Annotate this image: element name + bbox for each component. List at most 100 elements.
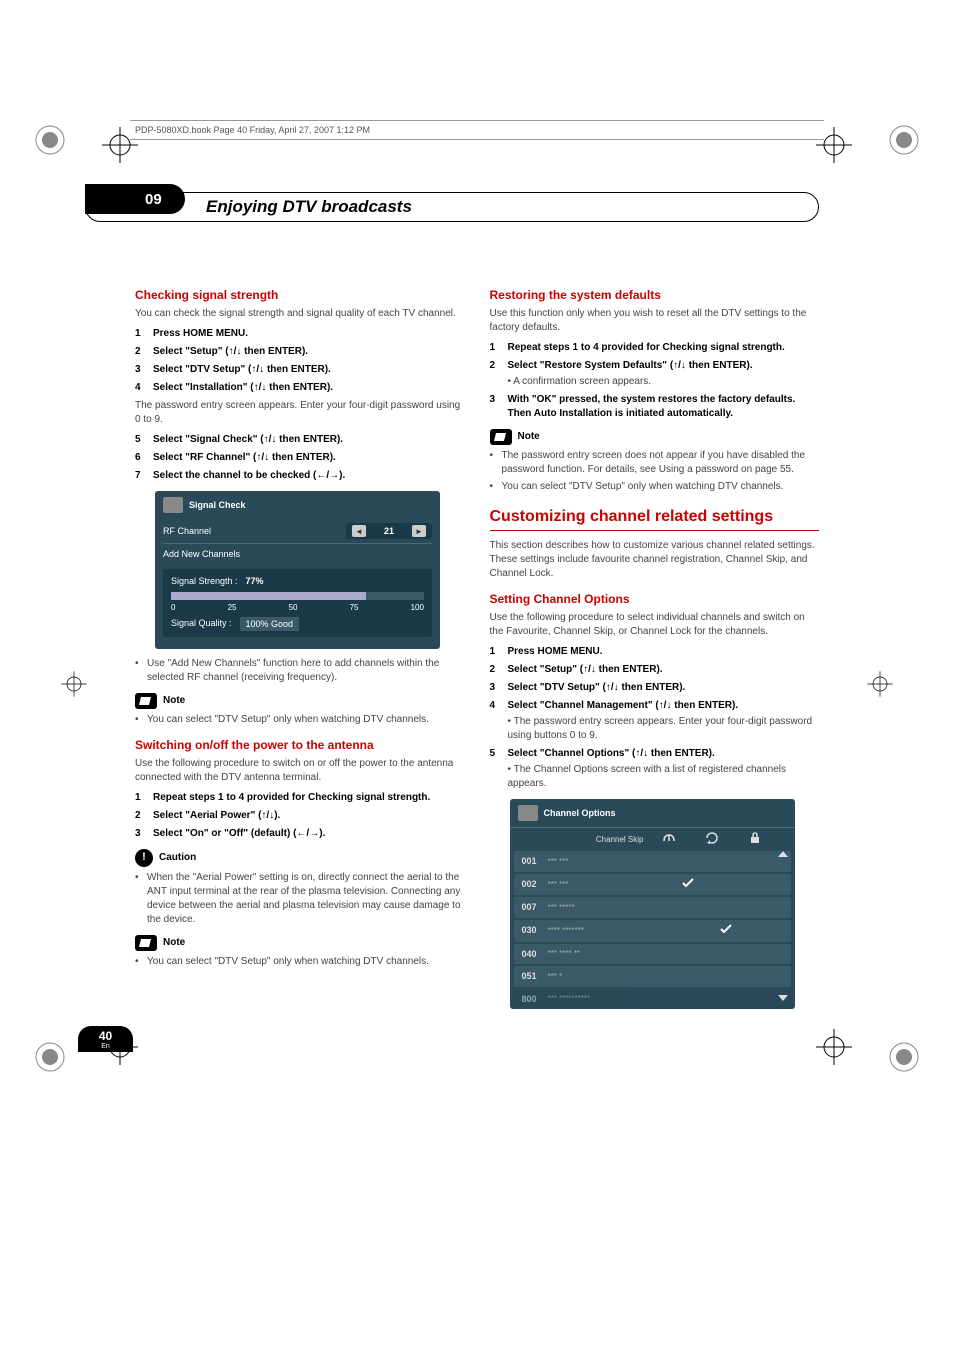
channel-options-header-row: Channel Skip bbox=[510, 828, 795, 851]
channel-options-panel: Channel Options Channel Skip 001*** *** bbox=[510, 799, 795, 1009]
channel-number: 051 bbox=[522, 970, 548, 983]
skip-icon bbox=[691, 832, 734, 847]
channel-name: *** *** bbox=[548, 856, 669, 867]
channel-number: 040 bbox=[522, 948, 548, 961]
signal-strength-bar bbox=[171, 592, 424, 600]
heading-setting-options: Setting Channel Options bbox=[490, 591, 820, 608]
panel-icon bbox=[163, 497, 183, 513]
signal-strength-label: Signal Strength : bbox=[171, 575, 238, 588]
heading-checking-signal: Checking signal strength bbox=[135, 287, 465, 304]
channel-row[interactable]: 030**** ******* bbox=[514, 920, 791, 942]
scroll-up-arrow[interactable] bbox=[778, 851, 788, 857]
crosshair-icon bbox=[866, 670, 894, 698]
signal-check-panel: Signal Check RF Channel ◄ 21 ► Add New C… bbox=[155, 491, 440, 650]
rf-channel-value: 21 bbox=[384, 525, 394, 538]
right-column: Restoring the system defaults Use this f… bbox=[490, 277, 820, 1017]
channel-name: *** *** bbox=[548, 879, 669, 890]
step-item: 4Select "Channel Management" (↑/↓ then E… bbox=[490, 699, 820, 713]
step-item: 2Select "Aerial Power" (↑/↓). bbox=[135, 809, 465, 823]
step-item: 1Repeat steps 1 to 4 provided for Checki… bbox=[490, 341, 820, 355]
heading-customizing: Customizing channel related settings bbox=[490, 506, 820, 528]
note-icon bbox=[135, 693, 157, 709]
step-item: 6Select "RF Channel" (↑/↓ then ENTER). bbox=[135, 451, 465, 465]
add-new-channels-item[interactable]: Add New Channels bbox=[163, 548, 240, 561]
panel-title: Channel Options bbox=[544, 807, 616, 820]
page-number-badge: 40 En bbox=[78, 1026, 133, 1052]
document-header: PDP-5080XD.book Page 40 Friday, April 27… bbox=[130, 120, 824, 140]
heading-antenna: Switching on/off the power to the antenn… bbox=[135, 737, 465, 754]
paragraph: The password entry screen appears. Enter… bbox=[135, 399, 465, 427]
note-icon bbox=[135, 935, 157, 951]
channel-name: *** **** ** bbox=[548, 948, 669, 959]
print-mark-icon bbox=[884, 1037, 924, 1077]
step-item: 7Select the channel to be checked (←/→). bbox=[135, 469, 465, 483]
paragraph: Use this function only when you wish to … bbox=[490, 307, 820, 335]
crosshair-icon bbox=[814, 1027, 854, 1067]
rf-channel-spinner[interactable]: ◄ 21 ► bbox=[346, 523, 432, 540]
sub-bullet: • The Channel Options screen with a list… bbox=[490, 763, 820, 791]
channel-name: *** ********** bbox=[548, 993, 669, 1004]
caution-callout: ! Caution bbox=[135, 849, 465, 867]
note-callout: Note bbox=[135, 693, 465, 709]
channel-row[interactable]: 001*** *** bbox=[514, 851, 791, 872]
sub-bullet: • A confirmation screen appears. bbox=[490, 375, 820, 389]
signal-strength-value: 77% bbox=[246, 575, 264, 588]
panel-title: Signal Check bbox=[189, 499, 246, 512]
lock-icon bbox=[734, 832, 777, 847]
channel-name: *** * bbox=[548, 971, 669, 982]
bullet-item: •You can select "DTV Setup" only when wa… bbox=[490, 480, 820, 494]
channel-number: 030 bbox=[522, 924, 548, 937]
channel-row[interactable]: 007*** ***** bbox=[514, 897, 791, 918]
chapter-title: Enjoying DTV broadcasts bbox=[206, 197, 412, 217]
channel-row[interactable]: 800*** ********** bbox=[514, 989, 791, 1010]
channel-row[interactable]: 002*** *** bbox=[514, 874, 791, 896]
spinner-right-button[interactable]: ► bbox=[412, 525, 426, 537]
paragraph: This section describes how to customize … bbox=[490, 539, 820, 581]
step-item: 1Press HOME MENU. bbox=[490, 645, 820, 659]
heading-restore: Restoring the system defaults bbox=[490, 287, 820, 304]
skip-cell[interactable] bbox=[707, 924, 745, 938]
paragraph: Use the following procedure to select in… bbox=[490, 611, 820, 639]
bullet-item: •You can select "DTV Setup" only when wa… bbox=[135, 713, 465, 727]
step-item: 1Repeat steps 1 to 4 provided for Checki… bbox=[135, 791, 465, 805]
paragraph: Use the following procedure to switch on… bbox=[135, 757, 465, 785]
step-item: 2Select "Setup" (↑/↓ then ENTER). bbox=[135, 345, 465, 359]
channel-number: 800 bbox=[522, 993, 548, 1006]
heading-rule bbox=[490, 530, 820, 531]
crosshair-icon bbox=[60, 670, 88, 698]
bullet-item: •The password entry screen does not appe… bbox=[490, 449, 820, 477]
bullet-item: •Use "Add New Channels" function here to… bbox=[135, 657, 465, 685]
page-language: En bbox=[101, 1043, 110, 1050]
page-number: 40 bbox=[99, 1029, 112, 1043]
scroll-down-arrow[interactable] bbox=[778, 995, 788, 1001]
rf-channel-label: RF Channel bbox=[163, 525, 346, 538]
panel-icon bbox=[518, 805, 538, 821]
caution-icon: ! bbox=[135, 849, 153, 867]
spinner-left-button[interactable]: ◄ bbox=[352, 525, 366, 537]
channel-number: 001 bbox=[522, 855, 548, 868]
left-column: Checking signal strength You can check t… bbox=[135, 277, 465, 1017]
print-mark-icon bbox=[884, 120, 924, 160]
signal-quality-label: Signal Quality : bbox=[171, 617, 232, 632]
step-item: 3With "OK" pressed, the system restores … bbox=[490, 393, 820, 421]
channel-row[interactable]: 040*** **** ** bbox=[514, 944, 791, 965]
chapter-number: 09 bbox=[145, 191, 162, 208]
channel-row[interactable]: 051*** * bbox=[514, 966, 791, 987]
signal-strength-ticks: 0 25 50 75 100 bbox=[171, 602, 424, 613]
paragraph: You can check the signal strength and si… bbox=[135, 307, 465, 321]
step-item: 3Select "On" or "Off" (default) (←/→). bbox=[135, 827, 465, 841]
note-callout: Note bbox=[135, 935, 465, 951]
step-item: 3Select "DTV Setup" (↑/↓ then ENTER). bbox=[135, 363, 465, 377]
bullet-item: •When the "Aerial Power" setting is on, … bbox=[135, 871, 465, 927]
channel-name: *** ***** bbox=[548, 902, 669, 913]
step-item: 3Select "DTV Setup" (↑/↓ then ENTER). bbox=[490, 681, 820, 695]
channel-number: 002 bbox=[522, 878, 548, 891]
step-item: 1Press HOME MENU. bbox=[135, 327, 465, 341]
sub-bullet: • The password entry screen appears. Ent… bbox=[490, 715, 820, 743]
signal-quality-value: 100% Good bbox=[240, 617, 300, 632]
print-mark-icon bbox=[30, 120, 70, 160]
print-mark-icon bbox=[30, 1037, 70, 1077]
note-icon bbox=[490, 429, 512, 445]
favourite-cell[interactable] bbox=[669, 878, 707, 892]
channel-name: **** ******* bbox=[548, 925, 669, 936]
